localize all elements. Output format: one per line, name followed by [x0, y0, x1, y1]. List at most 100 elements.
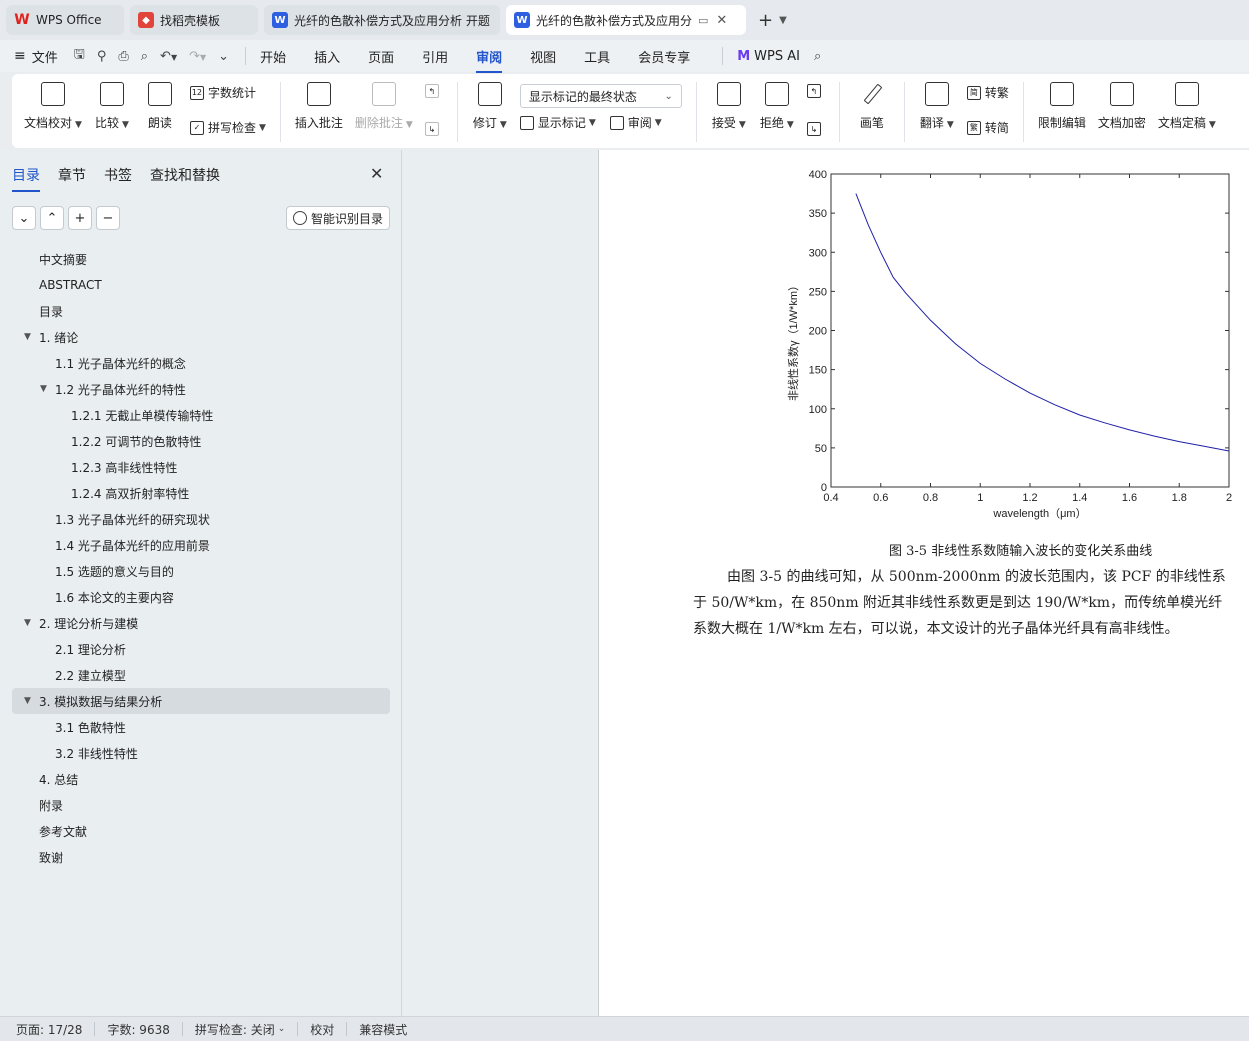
toc-item-label: 1.2.3 高非线性特性 — [71, 460, 178, 475]
reject-button[interactable]: 拒绝 ▼ — [759, 82, 795, 131]
expand-arrow-icon[interactable]: ▼ — [40, 384, 47, 394]
toc-item[interactable]: 目录 — [12, 298, 390, 324]
ribbon-group-ink: 画笔 — [842, 82, 902, 144]
review-pane-button[interactable]: 审阅 ▼ — [609, 114, 662, 131]
encrypt-button[interactable]: 文档加密 — [1098, 82, 1146, 131]
menu-tools[interactable]: 工具 — [584, 47, 610, 66]
document-page[interactable]: 0.4 0.6 0.8 1 1.2 1.4 1.6 1.8 2 0 50 100 150 200 250 30… — [598, 150, 1249, 1016]
toc-item[interactable]: 1.6 本论文的主要内容 — [12, 584, 390, 610]
word-count-button[interactable]: 12 字数统计 — [189, 84, 266, 101]
previous-comment-button[interactable]: ↰ — [424, 84, 443, 98]
ribbon-small-column: 简 转繁 繁 转简 — [966, 84, 1009, 136]
restrict-edit-button[interactable]: 限制编辑 — [1038, 82, 1086, 131]
to-simplified-button[interactable]: 繁 转简 — [966, 119, 1009, 136]
track-changes-button[interactable]: 修订 ▼ — [472, 82, 508, 131]
print-icon[interactable]: ⎙ — [118, 49, 128, 64]
toc-item[interactable]: ▼ 1. 绪论 — [12, 324, 390, 350]
undo-icon[interactable]: ↶▼ — [160, 49, 177, 64]
page-indicator[interactable]: 页面: 17/28 — [16, 1021, 82, 1038]
toc-item[interactable]: 2.1 理论分析 — [12, 636, 390, 662]
tab-document-2[interactable]: W 光纤的色散补偿方式及应用分 ▭ ✕ — [506, 5, 746, 35]
add-heading-button[interactable]: + — [68, 206, 92, 230]
search-icon[interactable]: ⌕ — [814, 49, 821, 64]
spell-check-button[interactable]: ✓ 拼写检查 ▼ — [189, 119, 266, 136]
close-icon[interactable]: ✕ — [370, 164, 383, 183]
tab-toc[interactable]: 目录 — [12, 165, 40, 192]
tab-sections[interactable]: 章节 — [58, 165, 86, 185]
redo-icon[interactable]: ↷▼ — [189, 49, 206, 64]
expand-arrow-icon[interactable]: ▼ — [24, 696, 31, 706]
tab-bookmarks[interactable]: 书签 — [104, 165, 132, 185]
menu-review[interactable]: 审阅 — [476, 47, 503, 73]
spell-check-status[interactable]: 拼写检查: 关闭 ⌄ — [195, 1021, 285, 1038]
show-markup-button[interactable]: 显示标记 ▼ — [519, 114, 596, 131]
read-aloud-button[interactable]: 朗读 — [142, 82, 178, 131]
toc-item[interactable]: 1.2.3 高非线性特性 — [12, 454, 390, 480]
toc-item[interactable]: ABSTRACT — [12, 272, 390, 298]
toc-item[interactable]: 1.2.2 可调节的色散特性 — [12, 428, 390, 454]
ink-button[interactable]: 画笔 — [854, 82, 890, 131]
menu-view[interactable]: 视图 — [530, 47, 556, 66]
toc-item[interactable]: 1.5 选题的意义与目的 — [12, 558, 390, 584]
collapse-down-button[interactable]: ⌄ — [12, 206, 36, 230]
divider — [1022, 82, 1024, 142]
new-tab-button[interactable]: + ▼ — [758, 10, 787, 31]
translate-button[interactable]: 翻译 ▼ — [919, 82, 955, 131]
toc-item[interactable]: ▼ 1.2 光子晶体光纤的特性 — [12, 376, 390, 402]
toc-item[interactable]: 附录 — [12, 792, 390, 818]
monitor-icon[interactable]: ▭ — [698, 14, 708, 27]
save-icon[interactable]: 🖫 — [74, 45, 85, 67]
menu-home[interactable]: 开始 — [260, 47, 286, 66]
next-comment-button[interactable]: ↳ — [424, 122, 443, 136]
toc-item[interactable]: 1.1 光子晶体光纤的概念 — [12, 350, 390, 376]
share-icon[interactable]: ⚲ — [97, 49, 107, 64]
toc-item[interactable]: 1.2.4 高双折射率特性 — [12, 480, 390, 506]
toc-item[interactable]: 2.2 建立模型 — [12, 662, 390, 688]
toc-item[interactable]: 1.4 光子晶体光纤的应用前景 — [12, 532, 390, 558]
toc-item[interactable]: 致谢 — [12, 844, 390, 870]
insert-comment-button[interactable]: 插入批注 — [295, 82, 343, 131]
smart-toc-button[interactable]: 智能识别目录 — [286, 206, 390, 230]
tab-docer[interactable]: ◆ 找稻壳模板 — [130, 5, 258, 35]
toc-item[interactable]: 1.3 光子晶体光纤的研究现状 — [12, 506, 390, 532]
menu-page[interactable]: 页面 — [368, 47, 394, 66]
delete-comment-button[interactable]: 删除批注 ▼ — [355, 82, 413, 131]
toc-item[interactable]: 3.1 色散特性 — [12, 714, 390, 740]
word-count-indicator[interactable]: 字数: 9638 — [107, 1021, 169, 1038]
wps-ai-button[interactable]: M WPS AI — [737, 49, 800, 64]
toc-item[interactable]: 中文摘要 — [12, 246, 390, 272]
proof-status[interactable]: 校对 — [310, 1021, 334, 1038]
remove-heading-button[interactable]: − — [96, 206, 120, 230]
to-traditional-button[interactable]: 简 转繁 — [966, 84, 1009, 101]
tab-wps-office[interactable]: W WPS Office — [6, 5, 124, 35]
proofread-button[interactable]: 文档校对 ▼ — [24, 82, 82, 131]
word-count-label: 字数统计 — [207, 86, 256, 100]
menu-references[interactable]: 引用 — [422, 47, 448, 66]
expand-arrow-icon[interactable]: ▼ — [24, 618, 31, 628]
accept-button[interactable]: 接受 ▼ — [711, 82, 747, 131]
markup-state-select[interactable]: 显示标记的最终状态 ⌄ — [519, 84, 682, 108]
next-change-button[interactable]: ↳ — [806, 122, 825, 136]
toc-item[interactable]: 4. 总结 — [12, 766, 390, 792]
tab-find-replace[interactable]: 查找和替换 — [150, 165, 220, 185]
menu-insert[interactable]: 插入 — [314, 47, 340, 66]
collapse-up-button[interactable]: ⌃ — [40, 206, 64, 230]
tab-document-1[interactable]: W 光纤的色散补偿方式及应用分析 开题 — [264, 5, 500, 35]
print-preview-icon[interactable]: ⌕ — [141, 49, 148, 64]
close-icon[interactable]: ✕ — [716, 13, 727, 28]
compare-button[interactable]: 比较 ▼ — [94, 82, 130, 131]
toc-item[interactable]: 1.2.1 无截止单模传输特性 — [12, 402, 390, 428]
toc-item[interactable]: ▼ 3. 模拟数据与结果分析 — [12, 688, 390, 714]
previous-change-button[interactable]: ↰ — [806, 84, 825, 98]
toc-item-label: 1.2.1 无截止单模传输特性 — [71, 408, 214, 423]
file-menu[interactable]: ≡ 文件 — [14, 47, 58, 66]
toc-item[interactable]: 3.2 非线性特性 — [12, 740, 390, 766]
menu-membership[interactable]: 会员专享 — [638, 47, 690, 66]
finalize-button[interactable]: 文档定稿 ▼ — [1158, 82, 1216, 131]
toc-item-label: 1.2.2 可调节的色散特性 — [71, 434, 202, 449]
toc-item[interactable]: 参考文献 — [12, 818, 390, 844]
chevron-down-icon[interactable]: ▼ — [779, 15, 787, 26]
expand-arrow-icon[interactable]: ▼ — [24, 332, 31, 342]
toc-item[interactable]: ▼ 2. 理论分析与建模 — [12, 610, 390, 636]
more-icon[interactable]: ⌄ — [218, 49, 229, 64]
